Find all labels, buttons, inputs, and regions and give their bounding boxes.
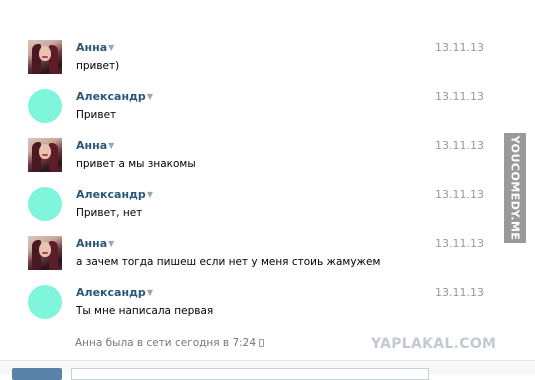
caret-down-icon[interactable]: ▼ — [108, 43, 114, 52]
avatar-face — [39, 144, 51, 159]
avatar-anna[interactable] — [28, 236, 62, 270]
author-name[interactable]: Анна — [76, 41, 107, 54]
message-author[interactable]: Анна▼ — [76, 41, 114, 54]
message-text: привет) — [76, 60, 120, 72]
avatar-alexander[interactable] — [28, 285, 62, 319]
side-watermark: YOUCOMEDY.ME — [504, 133, 526, 243]
message-text: Привет — [76, 109, 117, 121]
message-item: Анна▼ 13.11.13 привет) — [28, 40, 488, 80]
avatar-anna[interactable] — [28, 138, 62, 172]
message-text: а зачем тогда пишеш если нет у меня стои… — [76, 256, 381, 268]
message-text: Привет, нет — [76, 207, 143, 219]
message-author[interactable]: Александр▼ — [76, 286, 153, 299]
message-date: 13.11.13 — [435, 286, 484, 299]
author-name[interactable]: Анна — [76, 139, 107, 152]
message-date: 13.11.13 — [435, 90, 484, 103]
avatar-alexander[interactable] — [28, 187, 62, 221]
message-author[interactable]: Александр▼ — [76, 90, 153, 103]
message-item: Александр▼ 13.11.13 Привет, нет — [28, 187, 488, 227]
caret-down-icon[interactable]: ▼ — [147, 92, 153, 101]
send-button[interactable] — [12, 368, 62, 380]
avatar-face — [39, 46, 51, 61]
mobile-phone-icon — [259, 339, 265, 347]
message-author[interactable]: Александр▼ — [76, 188, 153, 201]
online-status: Анна была в сети сегодня в 7:24 — [75, 337, 265, 349]
message-item: Анна▼ 13.11.13 а зачем тогда пишеш если … — [28, 236, 488, 276]
avatar-mouth — [42, 154, 48, 156]
caret-down-icon[interactable]: ▼ — [147, 190, 153, 199]
message-date: 13.11.13 — [435, 41, 484, 54]
side-watermark-text: YOUCOMEDY.ME — [508, 135, 522, 241]
avatar-face — [39, 242, 51, 257]
message-item: Александр▼ 13.11.13 Привет — [28, 89, 488, 129]
message-input[interactable] — [71, 368, 429, 380]
message-item: Анна▼ 13.11.13 привет а мы знакомы — [28, 138, 488, 178]
message-text: Ты мне написала первая — [76, 305, 214, 317]
message-date: 13.11.13 — [435, 237, 484, 250]
author-name[interactable]: Александр — [76, 286, 146, 299]
caret-down-icon[interactable]: ▼ — [108, 239, 114, 248]
author-name[interactable]: Александр — [76, 90, 146, 103]
caret-down-icon[interactable]: ▼ — [147, 288, 153, 297]
message-date: 13.11.13 — [435, 188, 484, 201]
avatar-mouth — [42, 56, 48, 58]
avatar-alexander[interactable] — [28, 89, 62, 123]
message-author[interactable]: Анна▼ — [76, 139, 114, 152]
message-date: 13.11.13 — [435, 139, 484, 152]
bottom-watermark: YAPLAKAL.COM — [371, 336, 497, 352]
author-name[interactable]: Александр — [76, 188, 146, 201]
message-item: Александр▼ 13.11.13 Ты мне написала перв… — [28, 285, 488, 325]
caret-down-icon[interactable]: ▼ — [108, 141, 114, 150]
message-text: привет а мы знакомы — [76, 158, 196, 170]
online-status-text: Анна была в сети сегодня в 7:24 — [75, 337, 257, 349]
avatar-mouth — [42, 252, 48, 254]
avatar-anna[interactable] — [28, 40, 62, 74]
author-name[interactable]: Анна — [76, 237, 107, 250]
message-author[interactable]: Анна▼ — [76, 237, 114, 250]
